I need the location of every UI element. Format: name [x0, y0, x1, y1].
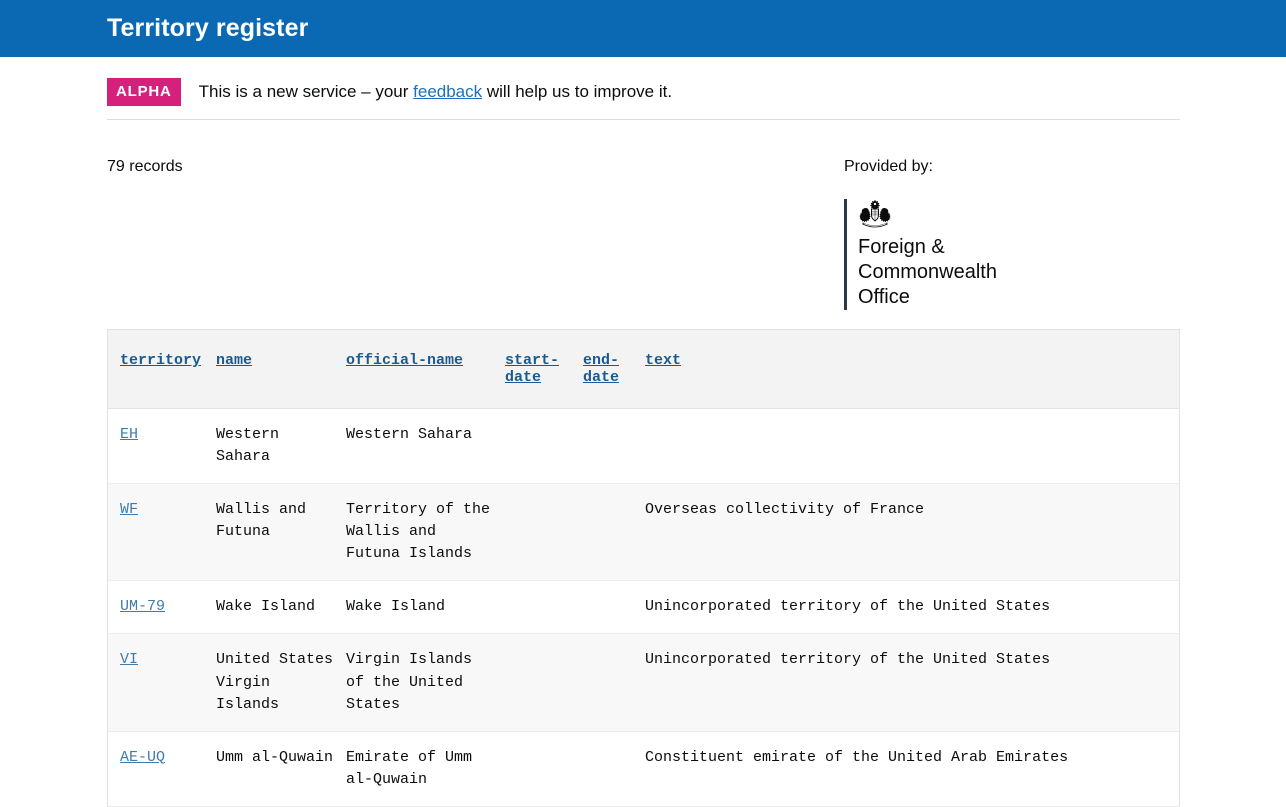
cell-end-date: [583, 408, 645, 485]
register-table-container: territory name official-name start-date …: [107, 329, 1180, 807]
column-sort-link-end-date[interactable]: end-date: [583, 352, 619, 386]
provider-name: Foreign & Commonwealth Office: [858, 236, 997, 309]
cell-name: Western Sahara: [216, 408, 346, 485]
cell-official-name: Western Sahara: [346, 408, 505, 485]
cell-text: Overseas collectivity of France: [645, 483, 1179, 582]
cell-start-date: [505, 731, 583, 807]
cell-name: Wallis and Futuna: [216, 483, 346, 582]
royal-crest-icon: [858, 199, 892, 229]
territory-link[interactable]: UM-79: [120, 598, 165, 615]
table-header-row: territory name official-name start-date …: [108, 330, 1179, 410]
cell-start-date: [505, 408, 583, 485]
provided-by-label: Provided by:: [844, 158, 933, 175]
cell-start-date: [505, 580, 583, 635]
cell-end-date: [583, 483, 645, 582]
phase-banner-text-after: will help us to improve it.: [482, 81, 673, 101]
register-table: territory name official-name start-date …: [108, 330, 1179, 807]
column-sort-link-start-date[interactable]: start-date: [505, 352, 559, 386]
cell-official-name: Virgin Islands of the United States: [346, 633, 505, 732]
cell-name: United States Virgin Islands: [216, 633, 346, 732]
page-title: Territory register: [107, 14, 309, 42]
territory-link[interactable]: AE-UQ: [120, 749, 165, 766]
feedback-link[interactable]: feedback: [413, 82, 482, 101]
column-sort-link-territory[interactable]: territory: [120, 352, 201, 369]
site-header: Territory register: [0, 0, 1286, 57]
provider-body: Foreign & Commonwealth Office: [844, 199, 1180, 311]
site-header-inner: Territory register: [0, 16, 1286, 41]
page-container: ALPHA This is a new service – your feedb…: [0, 57, 1286, 807]
phase-banner-text: This is a new service – your feedback wi…: [199, 82, 672, 102]
cell-name: Umm al-Quwain: [216, 731, 346, 807]
cell-start-date: [505, 483, 583, 582]
table-header: territory name official-name start-date …: [108, 330, 1179, 410]
territory-link[interactable]: WF: [120, 501, 138, 518]
records-count: 79 records: [107, 158, 183, 175]
column-header-start-date: start-date: [505, 330, 583, 410]
territory-link[interactable]: VI: [120, 651, 138, 668]
cell-territory: UM-79: [108, 580, 216, 635]
provider-block: Provided by: Foreign & Commonwealth Offi…: [844, 157, 1180, 311]
provider-accent-bar: [844, 199, 847, 311]
cell-territory: WF: [108, 483, 216, 582]
column-sort-link-text[interactable]: text: [645, 352, 681, 369]
cell-territory: EH: [108, 408, 216, 485]
table-row: VI United States Virgin Islands Virgin I…: [108, 633, 1179, 732]
column-header-name: name: [216, 330, 346, 410]
cell-text: Constituent emirate of the United Arab E…: [645, 731, 1179, 807]
column-sort-link-official-name[interactable]: official-name: [346, 352, 463, 369]
cell-end-date: [583, 580, 645, 635]
cell-text: Unincorporated territory of the United S…: [645, 580, 1179, 635]
column-header-official-name: official-name: [346, 330, 505, 410]
cell-start-date: [505, 633, 583, 732]
cell-official-name: Emirate of Umm al-Quwain: [346, 731, 505, 807]
cell-text: [645, 408, 1179, 485]
table-row: UM-79 Wake Island Wake Island Unincorpor…: [108, 580, 1179, 635]
cell-territory: VI: [108, 633, 216, 732]
cell-text: Unincorporated territory of the United S…: [645, 633, 1179, 732]
phase-banner: ALPHA This is a new service – your feedb…: [107, 57, 1180, 120]
phase-banner-text-before: This is a new service – your: [198, 81, 414, 101]
cell-territory: AE-UQ: [108, 731, 216, 807]
cell-end-date: [583, 731, 645, 807]
column-header-end-date: end-date: [583, 330, 645, 410]
column-sort-link-name[interactable]: name: [216, 352, 252, 369]
cell-end-date: [583, 633, 645, 732]
column-header-territory: territory: [108, 330, 216, 410]
provider-content: Foreign & Commonwealth Office: [858, 199, 1028, 310]
cell-official-name: Territory of the Wallis and Futuna Islan…: [346, 483, 505, 582]
table-row: AE-UQ Umm al-Quwain Emirate of Umm al-Qu…: [108, 731, 1179, 807]
cell-official-name: Wake Island: [346, 580, 505, 635]
column-header-text: text: [645, 330, 1179, 410]
table-row: EH Western Sahara Western Sahara: [108, 408, 1179, 485]
table-body: EH Western Sahara Western Sahara WF Wall…: [108, 408, 1179, 807]
table-row: WF Wallis and Futuna Territory of the Wa…: [108, 483, 1179, 582]
territory-link[interactable]: EH: [120, 426, 138, 443]
meta-row: 79 records Provided by: Foreign & Common…: [107, 120, 1180, 311]
status-badge: ALPHA: [107, 78, 181, 106]
cell-name: Wake Island: [216, 580, 346, 635]
